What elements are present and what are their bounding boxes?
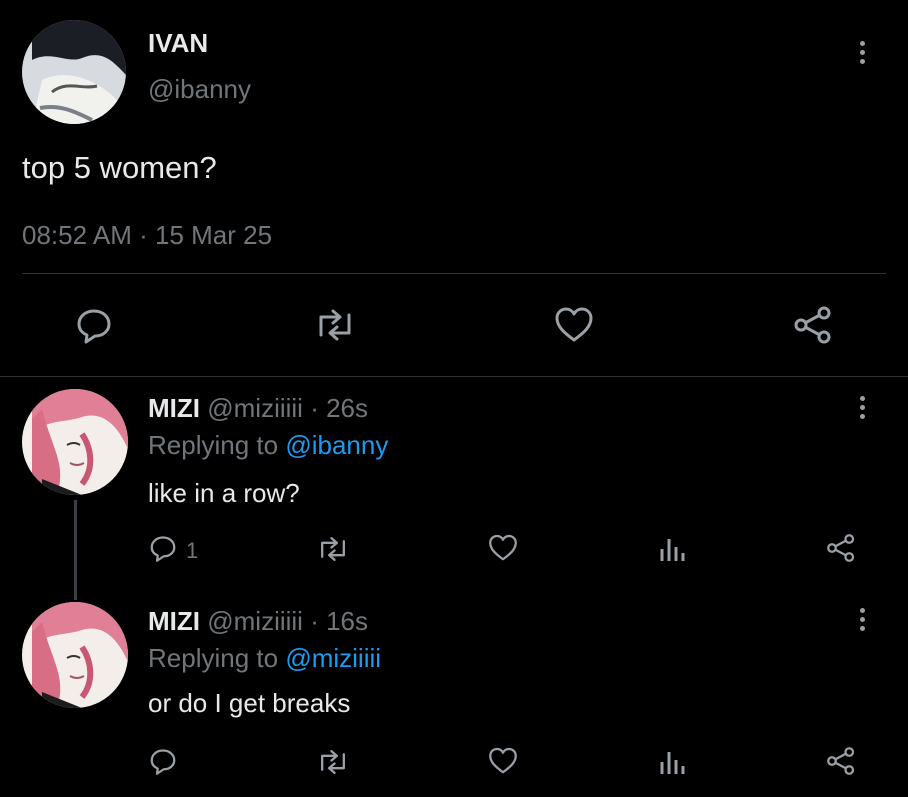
reply-dot: · xyxy=(310,606,319,636)
more-options-icon[interactable] xyxy=(860,41,865,68)
reply-text: like in a row? xyxy=(148,478,300,508)
more-options-icon[interactable] xyxy=(860,396,865,423)
tweet-date: 15 Mar 25 xyxy=(155,220,273,250)
retweet-icon[interactable] xyxy=(316,535,350,563)
reply-time: 16s xyxy=(326,606,369,636)
thread-line xyxy=(74,500,77,600)
reply-text: or do I get breaks xyxy=(148,688,351,718)
replying-to-link[interactable]: @ibanny xyxy=(285,430,388,460)
reply-dot: · xyxy=(310,393,319,423)
avatar-mizi[interactable] xyxy=(22,389,128,495)
avatar-mizi[interactable] xyxy=(22,602,128,708)
replying-to-label: Replying to xyxy=(148,430,279,460)
heart-icon[interactable] xyxy=(487,746,519,776)
reply-time: 26s xyxy=(326,393,369,423)
reply-display-name[interactable]: MIZI xyxy=(148,393,200,423)
comment-icon[interactable] xyxy=(74,305,114,345)
reply-handle[interactable]: @miziiiii xyxy=(207,393,303,423)
analytics-icon[interactable] xyxy=(658,535,686,563)
divider-top xyxy=(22,273,886,274)
heart-icon[interactable] xyxy=(487,533,519,563)
replying-to-line: Replying to @miziiiii xyxy=(148,643,381,674)
replying-to-link[interactable]: @miziiiii xyxy=(285,643,381,673)
more-options-icon[interactable] xyxy=(860,608,865,635)
reply-count: 1 xyxy=(186,538,199,563)
handle[interactable]: @ibanny xyxy=(148,74,251,105)
divider-bottom xyxy=(0,376,908,377)
share-icon[interactable] xyxy=(826,533,856,563)
tweet-time: 08:52 AM xyxy=(22,220,132,250)
replying-to-line: Replying to @ibanny xyxy=(148,430,388,461)
share-icon[interactable] xyxy=(793,305,833,345)
avatar-ivan[interactable] xyxy=(22,20,126,124)
reply-header: MIZI @miziiiii · 26s xyxy=(148,393,368,424)
separator-dot: · xyxy=(139,220,148,250)
retweet-icon[interactable] xyxy=(316,748,350,776)
share-icon[interactable] xyxy=(826,746,856,776)
heart-icon[interactable] xyxy=(553,305,595,345)
reply-handle[interactable]: @miziiiii xyxy=(207,606,303,636)
analytics-icon[interactable] xyxy=(658,748,686,776)
reply-comment-icon[interactable] xyxy=(148,533,178,563)
retweet-icon[interactable] xyxy=(313,307,357,343)
tweet-timestamp-row: 08:52 AM · 15 Mar 25 xyxy=(22,220,272,251)
reply-header: MIZI @miziiiii · 16s xyxy=(148,606,368,637)
reply-display-name[interactable]: MIZI xyxy=(148,606,200,636)
display-name[interactable]: IVAN xyxy=(148,28,208,59)
tweet-text: top 5 women? xyxy=(22,150,217,185)
replying-to-label: Replying to xyxy=(148,643,279,673)
reply-comment-icon[interactable] xyxy=(148,746,178,776)
